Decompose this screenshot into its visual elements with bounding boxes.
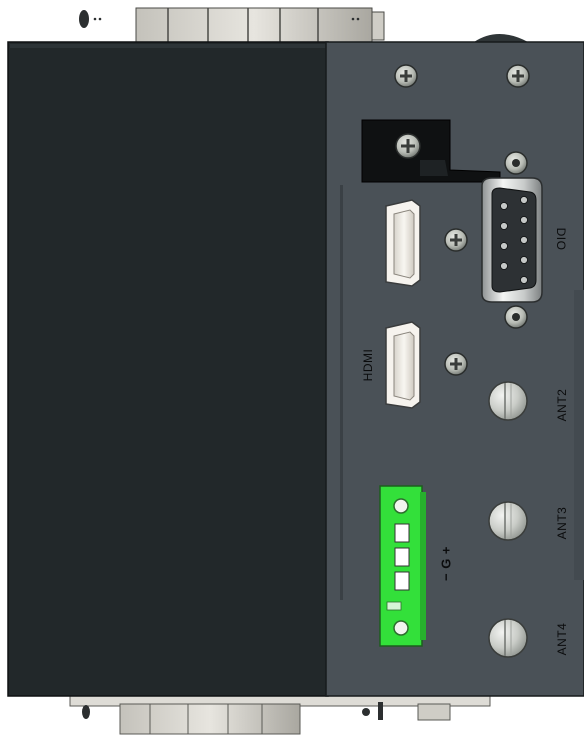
hdmi-port-icon [385, 321, 421, 409]
top-mounting-bracket [79, 7, 528, 43]
dio-label: DIO [554, 227, 568, 251]
antenna-connector-icon [488, 618, 528, 658]
ant3-label: ANT3 [555, 506, 569, 540]
antenna-connector-icon [488, 381, 528, 421]
screw-icon [395, 133, 421, 159]
ant4-label: ANT4 [555, 622, 569, 656]
hdmi-label: HDMI [361, 348, 375, 382]
screw-icon [506, 64, 530, 88]
enclosure-body [7, 41, 329, 697]
screw-icon [394, 64, 418, 88]
hdmi-port-icon [385, 199, 421, 287]
power-polarity-label: − G + [438, 545, 454, 582]
antenna-connector-icon [488, 501, 528, 541]
screw-icon [444, 228, 468, 252]
terminal-block-icon [379, 485, 426, 647]
ant2-label: ANT2 [555, 388, 569, 422]
device-side-view [7, 7, 584, 735]
screw-icon [444, 352, 468, 376]
bottom-mounting-bracket [69, 693, 491, 735]
db9-port-icon [481, 151, 543, 329]
